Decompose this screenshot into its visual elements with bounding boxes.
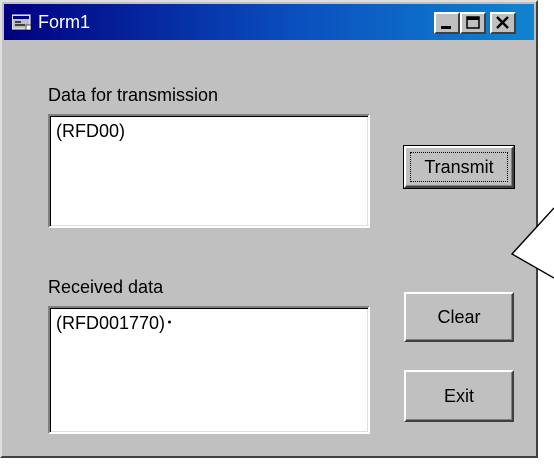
- app-form-icon: [12, 14, 32, 31]
- maximize-icon: [466, 16, 480, 29]
- transmit-data-label: Data for transmission: [48, 85, 219, 105]
- title-bar[interactable]: Form1: [4, 4, 534, 40]
- clear-button[interactable]: Clear: [404, 292, 514, 342]
- close-button[interactable]: [490, 12, 516, 34]
- transmit-data-textbox[interactable]: (RFD00): [48, 114, 370, 228]
- clear-button-label: Clear: [437, 307, 481, 327]
- maximize-button[interactable]: [460, 12, 486, 34]
- minimize-icon: [441, 26, 451, 29]
- received-data-textbox[interactable]: (RFD001770)･: [48, 306, 370, 434]
- callout-pointer-shape: [510, 207, 554, 279]
- close-icon: [496, 16, 509, 29]
- received-data-label: Received data: [48, 277, 164, 297]
- transmit-button[interactable]: Transmit: [403, 145, 515, 189]
- form1-window: Form1 Data for transmission (RFD00) Tran…: [0, 0, 538, 458]
- exit-button[interactable]: Exit: [404, 370, 514, 422]
- minimize-button[interactable]: [434, 12, 460, 34]
- transmit-button-label: Transmit: [424, 157, 494, 177]
- window-title: Form1: [38, 12, 91, 32]
- exit-button-label: Exit: [443, 386, 474, 406]
